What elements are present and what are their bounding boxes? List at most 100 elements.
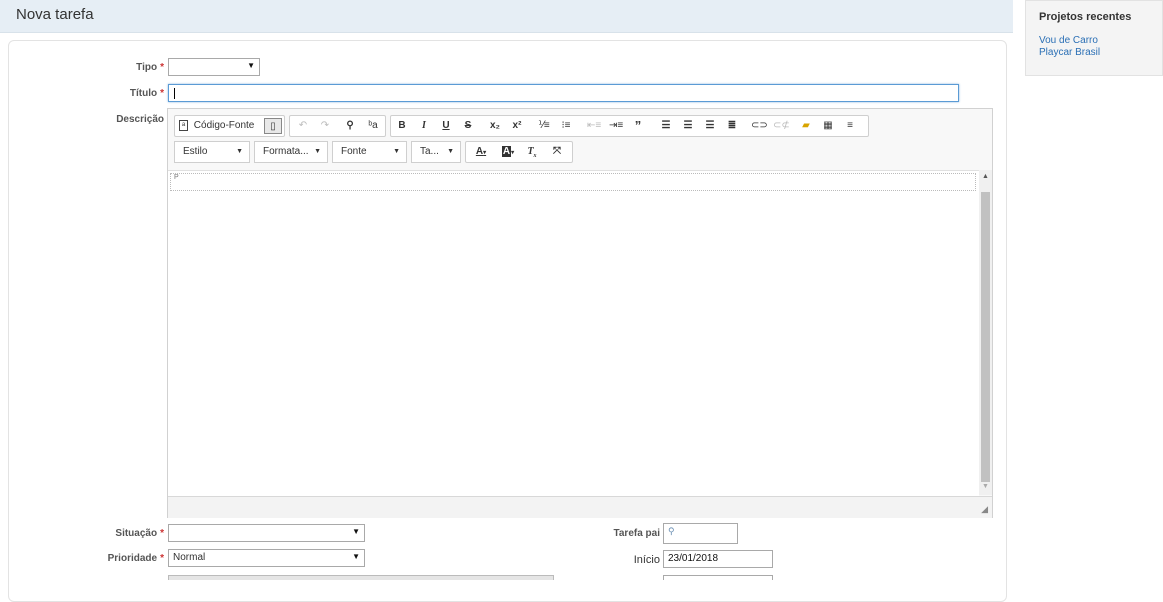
replace-button[interactable]: ᵇa xyxy=(366,118,380,134)
remove-format-button[interactable]: Tx xyxy=(525,144,539,160)
horizontal-rule-button[interactable]: ≡ xyxy=(843,118,857,134)
required-marker: * xyxy=(160,62,164,73)
redo-button[interactable]: ↷ xyxy=(318,118,332,134)
situacao-label: Situação * xyxy=(90,528,164,539)
strike-icon: S xyxy=(464,120,472,131)
maximize-icon: ⤧ xyxy=(553,146,561,157)
style-combo-label: Estilo xyxy=(183,146,208,157)
bg-color-button[interactable]: A▾ xyxy=(497,144,519,160)
templates-button[interactable]: ▯ xyxy=(264,118,282,134)
text-cursor xyxy=(174,88,175,99)
toolbar-group-basic: B I U S x₂ x² ⅟≡ ⁝≡ ⇤≡ ⇥≡ ” ☰ ☰ ☰ ≣ ⊂⊃ ⊂… xyxy=(390,115,869,137)
indent-button[interactable]: ⇥≡ xyxy=(609,118,623,134)
tipo-label-text: Tipo xyxy=(136,62,158,73)
align-right-button[interactable]: ☰ xyxy=(703,118,717,134)
redo-icon: ↷ xyxy=(320,120,330,131)
prioridade-select[interactable]: Normal ▼ xyxy=(168,549,365,567)
situacao-select[interactable]: ▼ xyxy=(168,524,365,542)
replace-icon: ᵇa xyxy=(368,120,378,131)
chevron-down-icon: ▼ xyxy=(247,61,255,70)
image-icon: ▰ xyxy=(802,120,810,131)
align-right-icon: ☰ xyxy=(705,120,715,131)
unlink-button[interactable]: ⊂⊄ xyxy=(773,118,790,134)
numbered-list-button[interactable]: ⅟≡ xyxy=(537,118,551,134)
chevron-down-icon: ▼ xyxy=(447,148,454,155)
underline-button[interactable]: U xyxy=(439,118,453,134)
chevron-down-icon: ▼ xyxy=(314,148,321,155)
align-center-button[interactable]: ☰ xyxy=(681,118,695,134)
required-marker: * xyxy=(160,88,164,99)
tarefa-pai-input[interactable]: ⚲ xyxy=(663,523,738,544)
horizontal-rule-icon: ≡ xyxy=(847,120,853,131)
resize-handle-icon[interactable]: ◢ xyxy=(981,504,988,515)
project-link[interactable]: Playcar Brasil xyxy=(1039,47,1100,58)
titulo-label: Título * xyxy=(100,88,164,99)
undo-icon: ↶ xyxy=(298,120,308,131)
find-button[interactable]: ⚲ xyxy=(343,118,357,134)
link-button[interactable]: ⊂⊃ xyxy=(751,118,768,134)
editor-status-bar: ◢ xyxy=(168,496,992,518)
table-button[interactable]: ▦ xyxy=(821,118,835,134)
required-marker: * xyxy=(160,553,164,564)
project-link[interactable]: Vou de Carro xyxy=(1039,35,1098,46)
chevron-down-icon: ▼ xyxy=(393,148,400,155)
source-button[interactable]: a Código-Fonte xyxy=(179,118,261,134)
required-marker: * xyxy=(160,528,164,539)
tipo-label: Tipo * xyxy=(100,62,164,73)
numbered-list-icon: ⅟≡ xyxy=(538,120,550,131)
style-combo[interactable]: Estilo ▼ xyxy=(174,141,250,163)
subscript-icon: x₂ xyxy=(489,120,500,131)
align-center-icon: ☰ xyxy=(683,120,693,131)
next-date-field[interactable] xyxy=(663,575,773,580)
image-button[interactable]: ▰ xyxy=(799,118,813,134)
strike-button[interactable]: S xyxy=(461,118,475,134)
justify-button[interactable]: ≣ xyxy=(725,118,739,134)
situacao-label-text: Situação xyxy=(115,528,158,539)
blockquote-icon: ” xyxy=(634,118,642,133)
editor-scrollbar[interactable]: ▲ ▼ xyxy=(979,170,992,495)
bg-color-icon: A xyxy=(501,146,512,157)
underline-icon: U xyxy=(442,120,450,131)
titulo-input[interactable] xyxy=(168,84,959,102)
inicio-label-text: Início xyxy=(633,554,660,566)
maximize-button[interactable]: ⤧ xyxy=(550,144,564,160)
scroll-down-icon[interactable]: ▼ xyxy=(979,483,992,490)
unlink-icon: ⊂⊄ xyxy=(773,120,790,131)
toolbar-group-clipboard: ↶ ↷ ⚲ ᵇa xyxy=(289,115,386,137)
undo-button[interactable]: ↶ xyxy=(296,118,310,134)
font-combo-label: Fonte xyxy=(341,146,367,157)
chevron-down-icon: ▼ xyxy=(352,527,360,536)
remove-format-icon: Tx xyxy=(527,146,537,159)
subscript-button[interactable]: x₂ xyxy=(488,118,502,134)
format-combo-label: Formata... xyxy=(263,146,309,157)
superscript-icon: x² xyxy=(512,120,522,131)
bulleted-list-icon: ⁝≡ xyxy=(561,120,571,131)
outdent-button[interactable]: ⇤≡ xyxy=(587,118,601,134)
superscript-button[interactable]: x² xyxy=(510,118,524,134)
source-icon: a xyxy=(179,119,188,131)
prioridade-label-text: Prioridade xyxy=(107,553,158,564)
scroll-up-icon[interactable]: ▲ xyxy=(979,173,992,180)
bold-button[interactable]: B xyxy=(395,118,409,134)
tipo-select[interactable]: ▼ xyxy=(168,58,260,76)
editor-content-area[interactable]: P xyxy=(168,170,979,496)
chevron-down-icon: ▼ xyxy=(352,552,360,561)
bulleted-list-button[interactable]: ⁝≡ xyxy=(559,118,573,134)
blockquote-button[interactable]: ” xyxy=(631,118,645,134)
align-left-button[interactable]: ☰ xyxy=(659,118,673,134)
scroll-thumb[interactable] xyxy=(981,192,990,482)
inicio-input[interactable]: 23/01/2018 xyxy=(663,550,773,568)
size-combo-label: Ta... xyxy=(420,146,439,157)
find-icon: ⚲ xyxy=(346,120,354,131)
format-combo[interactable]: Formata... ▼ xyxy=(254,141,328,163)
next-row-field[interactable] xyxy=(168,575,554,580)
prioridade-label: Prioridade * xyxy=(90,553,164,564)
italic-button[interactable]: I xyxy=(417,118,431,134)
italic-icon: I xyxy=(422,120,426,131)
size-combo[interactable]: Ta... ▼ xyxy=(411,141,461,163)
main-content: Nova tarefa Tipo * ▼ Título * Descrição a … xyxy=(0,0,1013,602)
chevron-down-icon: ▼ xyxy=(236,148,243,155)
text-color-button[interactable]: A▾ xyxy=(470,144,492,160)
page-header: Nova tarefa xyxy=(0,0,1013,33)
font-combo[interactable]: Fonte ▼ xyxy=(332,141,407,163)
